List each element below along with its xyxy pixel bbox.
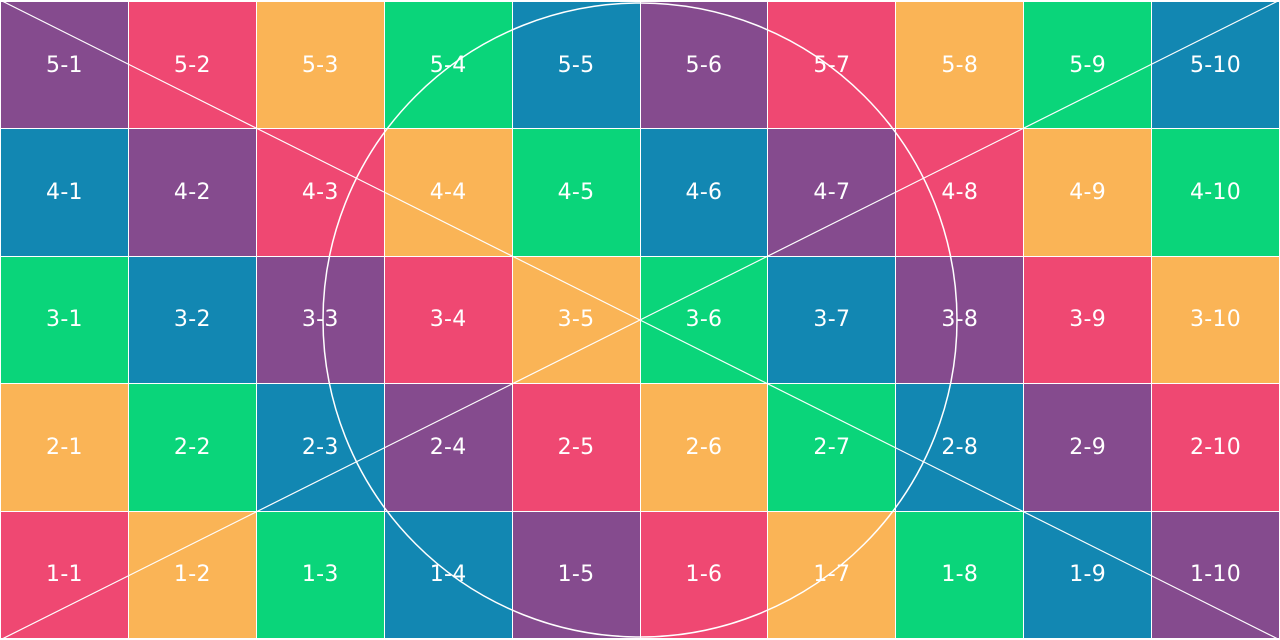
tile-1-2: 1-2: [128, 511, 256, 638]
tile-3-4: 3-4: [384, 256, 512, 384]
tile-5-9: 5-9: [1024, 2, 1152, 129]
tile-5-8: 5-8: [896, 2, 1024, 129]
tile-2-6: 2-6: [640, 384, 768, 511]
tile-1-9: 1-9: [1024, 511, 1152, 638]
tile-4-10: 4-10: [1152, 129, 1279, 256]
tile-5-7: 5-7: [768, 2, 896, 129]
tile-3-9: 3-9: [1024, 256, 1152, 384]
tile-3-10: 3-10: [1152, 256, 1279, 384]
tile-3-6: 3-6: [640, 256, 768, 384]
tile-3-2: 3-2: [128, 256, 256, 384]
tile-2-9: 2-9: [1024, 384, 1152, 511]
tile-2-1: 2-1: [1, 384, 128, 511]
tile-1-1: 1-1: [1, 511, 128, 638]
tile-4-4: 4-4: [384, 129, 512, 256]
tile-5-6: 5-6: [640, 2, 768, 129]
tile-5-5: 5-5: [512, 2, 640, 129]
tile-4-9: 4-9: [1024, 129, 1152, 256]
tile-2-5: 2-5: [512, 384, 640, 511]
tile-2-10: 2-10: [1152, 384, 1279, 511]
tile-4-1: 4-1: [1, 129, 128, 256]
tile-1-3: 1-3: [256, 511, 384, 638]
tile-3-3: 3-3: [256, 256, 384, 384]
tile-5-1: 5-1: [1, 2, 128, 129]
tile-1-7: 1-7: [768, 511, 896, 638]
tile-3-7: 3-7: [768, 256, 896, 384]
tile-4-5: 4-5: [512, 129, 640, 256]
tile-4-2: 4-2: [128, 129, 256, 256]
tile-2-7: 2-7: [768, 384, 896, 511]
tile-5-3: 5-3: [256, 2, 384, 129]
tile-2-4: 2-4: [384, 384, 512, 511]
tile-4-3: 4-3: [256, 129, 384, 256]
tile-1-4: 1-4: [384, 511, 512, 638]
tile-3-8: 3-8: [896, 256, 1024, 384]
test-pattern: 5-1 5-2 5-3 5-4 5-5 5-6 5-7 5-8 5-9 5-10 4-1 4-2 4-3…: [0, 0, 1280, 640]
tile-3-5: 3-5: [512, 256, 640, 384]
tile-2-3: 2-3: [256, 384, 384, 511]
tile-5-2: 5-2: [128, 2, 256, 129]
tile-5-10: 5-10: [1152, 2, 1279, 129]
tile-2-2: 2-2: [128, 384, 256, 511]
tile-2-8: 2-8: [896, 384, 1024, 511]
tile-4-8: 4-8: [896, 129, 1024, 256]
tile-5-4: 5-4: [384, 2, 512, 129]
tile-1-6: 1-6: [640, 511, 768, 638]
tile-3-1: 3-1: [1, 256, 128, 384]
tile-4-7: 4-7: [768, 129, 896, 256]
tile-grid: 5-1 5-2 5-3 5-4 5-5 5-6 5-7 5-8 5-9 5-10 4-1 4-2 4-3…: [0, 0, 1280, 640]
tile-1-5: 1-5: [512, 511, 640, 638]
tile-4-6: 4-6: [640, 129, 768, 256]
tile-1-8: 1-8: [896, 511, 1024, 638]
tile-1-10: 1-10: [1152, 511, 1279, 638]
